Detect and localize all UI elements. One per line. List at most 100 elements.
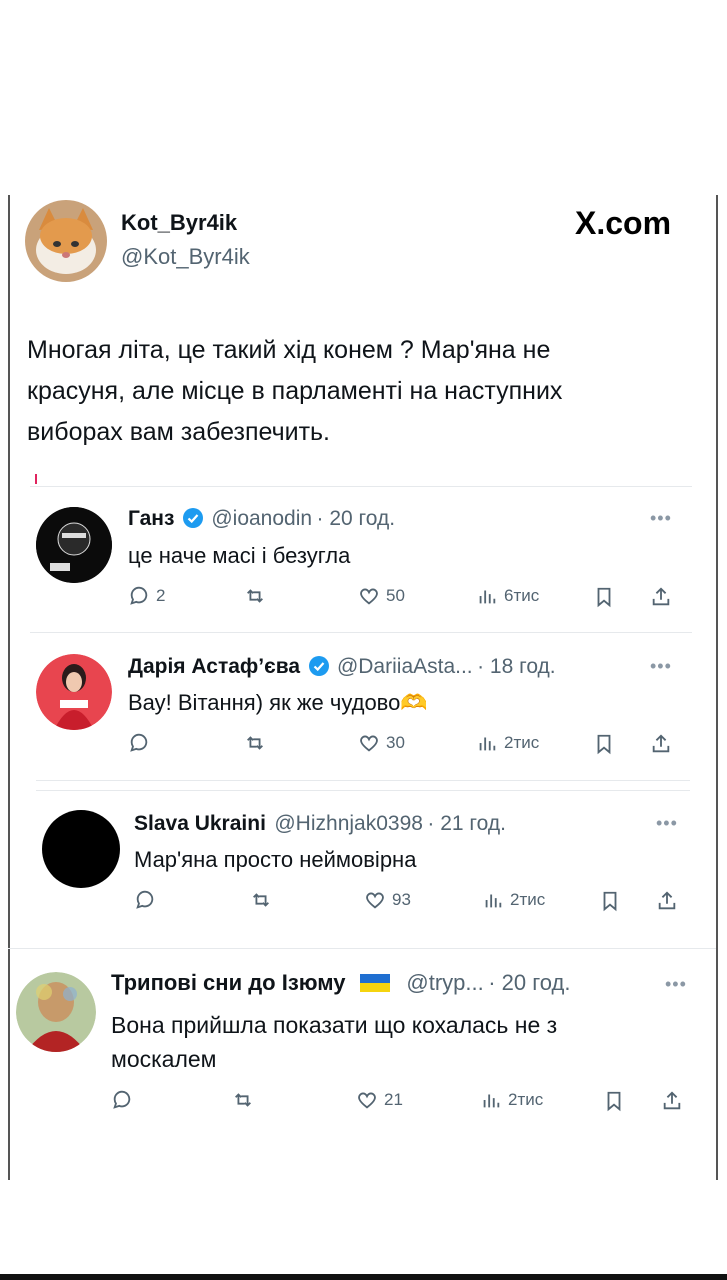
- reply-author-name[interactable]: Трипові сни до Ізюму: [111, 970, 345, 995]
- more-options-icon[interactable]: •••: [650, 656, 672, 677]
- like-count: 21: [384, 1090, 403, 1109]
- bookmark-icon: [603, 891, 617, 912]
- ukraine-flag-icon: [359, 974, 390, 992]
- more-options-icon[interactable]: •••: [665, 974, 687, 995]
- repost-button[interactable]: [243, 585, 267, 607]
- view-count: 2тис: [504, 733, 540, 752]
- reply-text: Мар'яна просто неймовірна: [134, 847, 417, 872]
- post-author-handle[interactable]: @Kot_Byr4ik: [121, 244, 250, 270]
- like-count: 50: [386, 586, 405, 605]
- more-options-icon[interactable]: •••: [650, 508, 672, 529]
- bookmark-button[interactable]: [603, 1089, 625, 1113]
- bookmark-icon: [597, 734, 611, 755]
- like-button[interactable]: 50: [358, 585, 405, 607]
- comment-icon: [113, 1090, 131, 1109]
- repost-icon: [253, 893, 269, 907]
- post-text-line: Многая літа, це такий хід конем ? Мар'ян…: [27, 336, 551, 364]
- post-author-name[interactable]: Kot_Byr4ik: [121, 210, 237, 236]
- post-text-line: красуня, але місце в парламенті на насту…: [27, 377, 563, 405]
- post-text-line: виборах вам забезпечить.: [27, 418, 331, 446]
- thread-marker: [35, 474, 37, 484]
- reply-actions: 30 2тис: [128, 732, 688, 762]
- reply-count: 2: [156, 586, 166, 605]
- views-icon: [483, 1094, 500, 1108]
- views-icon: [479, 590, 496, 604]
- repost-icon: [235, 1093, 251, 1107]
- heart-icon: [360, 735, 378, 752]
- verified-badge-icon: [182, 508, 203, 528]
- divider: [30, 486, 692, 487]
- reply-header: Slava Ukraini @Hizhnjak0398 · 21 год.: [134, 812, 506, 836]
- reply-button[interactable]: 2: [128, 585, 165, 607]
- reply-button[interactable]: [111, 1089, 139, 1111]
- more-options-icon[interactable]: •••: [656, 813, 678, 834]
- views-icon: [479, 737, 496, 751]
- reply-text: Вона прийшла показати що кохалась не з м…: [111, 1008, 557, 1076]
- repost-icon: [247, 736, 263, 750]
- post-avatar[interactable]: [25, 200, 107, 282]
- reply-author-name[interactable]: Дарія Астаф’єва: [128, 655, 300, 678]
- bookmark-button[interactable]: [599, 889, 621, 913]
- heart-icon: [358, 1092, 376, 1109]
- share-icon: [658, 891, 676, 910]
- repost-button[interactable]: [249, 889, 273, 911]
- reply-timestamp[interactable]: · 20 год.: [317, 507, 396, 530]
- share-button[interactable]: [650, 585, 672, 609]
- bookmark-button[interactable]: [593, 585, 615, 609]
- view-count: 2тис: [508, 1090, 544, 1109]
- repost-button[interactable]: [231, 1089, 255, 1111]
- like-count: 93: [392, 890, 411, 909]
- share-icon: [663, 1091, 681, 1110]
- reply-actions: 2 50 6тис: [128, 585, 688, 615]
- like-count: 30: [386, 733, 405, 752]
- bookmark-button[interactable]: [593, 732, 615, 756]
- reply-header: Дарія Астаф’єва @DariiaAsta... · 18 год.: [128, 655, 556, 679]
- share-icon: [652, 734, 670, 753]
- comment-icon: [130, 733, 148, 752]
- bookmark-icon: [597, 587, 611, 608]
- reply-author-handle[interactable]: @DariiaAsta...: [337, 655, 473, 678]
- reply-author-handle[interactable]: @ioanodin: [211, 507, 312, 530]
- views-button[interactable]: 2тис: [480, 1089, 543, 1111]
- share-button[interactable]: [650, 732, 672, 756]
- bottom-edge: [0, 1274, 727, 1280]
- reply-button[interactable]: [134, 889, 162, 911]
- comment-icon: [130, 586, 148, 605]
- reply-timestamp[interactable]: · 20 год.: [488, 970, 570, 995]
- reply-header: Ганз @ioanodin · 20 год.: [128, 507, 395, 531]
- reply-avatar[interactable]: [16, 972, 96, 1052]
- frame-right-edge: [716, 195, 718, 1180]
- reply-author-name[interactable]: Ганз: [128, 507, 174, 530]
- like-button[interactable]: 30: [358, 732, 405, 754]
- like-button[interactable]: 21: [356, 1089, 403, 1111]
- verified-badge-icon: [308, 656, 329, 676]
- reply-avatar[interactable]: [36, 654, 112, 730]
- reply-button[interactable]: [128, 732, 156, 754]
- reply-author-handle[interactable]: @tryp...: [406, 970, 483, 995]
- share-button[interactable]: [656, 889, 678, 913]
- reply-avatar[interactable]: [42, 810, 120, 888]
- reply-text-line: москалем: [111, 1046, 217, 1072]
- reply-actions: 93 2тис: [134, 889, 694, 919]
- share-icon: [652, 587, 670, 606]
- views-button[interactable]: 2тис: [482, 889, 545, 911]
- like-button[interactable]: 93: [364, 889, 411, 911]
- frame-left-edge: [8, 195, 10, 1180]
- views-button[interactable]: 2тис: [476, 732, 539, 754]
- views-icon: [485, 894, 502, 908]
- repost-icon: [247, 589, 263, 603]
- reply-text-line: Вона прийшла показати що кохалась не з: [111, 1012, 558, 1038]
- reply-timestamp[interactable]: · 18 год.: [477, 655, 556, 678]
- reply-timestamp[interactable]: · 21 год.: [427, 812, 506, 835]
- reply-header: Трипові сни до Ізюму @tryp... · 20 год.: [111, 970, 570, 996]
- post-text: Многая літа, це такий хід конем ? Мар'ян…: [27, 330, 562, 453]
- reply-author-handle[interactable]: @Hizhnjak0398: [274, 812, 423, 835]
- repost-button[interactable]: [243, 732, 267, 754]
- divider: [36, 780, 690, 781]
- divider: [8, 948, 716, 949]
- share-button[interactable]: [661, 1089, 683, 1113]
- reply-author-name[interactable]: Slava Ukraini: [134, 812, 266, 835]
- reply-avatar[interactable]: [36, 507, 112, 583]
- reply-text: Вау! Вітання) як же чудово🫶: [128, 690, 428, 715]
- views-button[interactable]: 6тис: [476, 585, 539, 607]
